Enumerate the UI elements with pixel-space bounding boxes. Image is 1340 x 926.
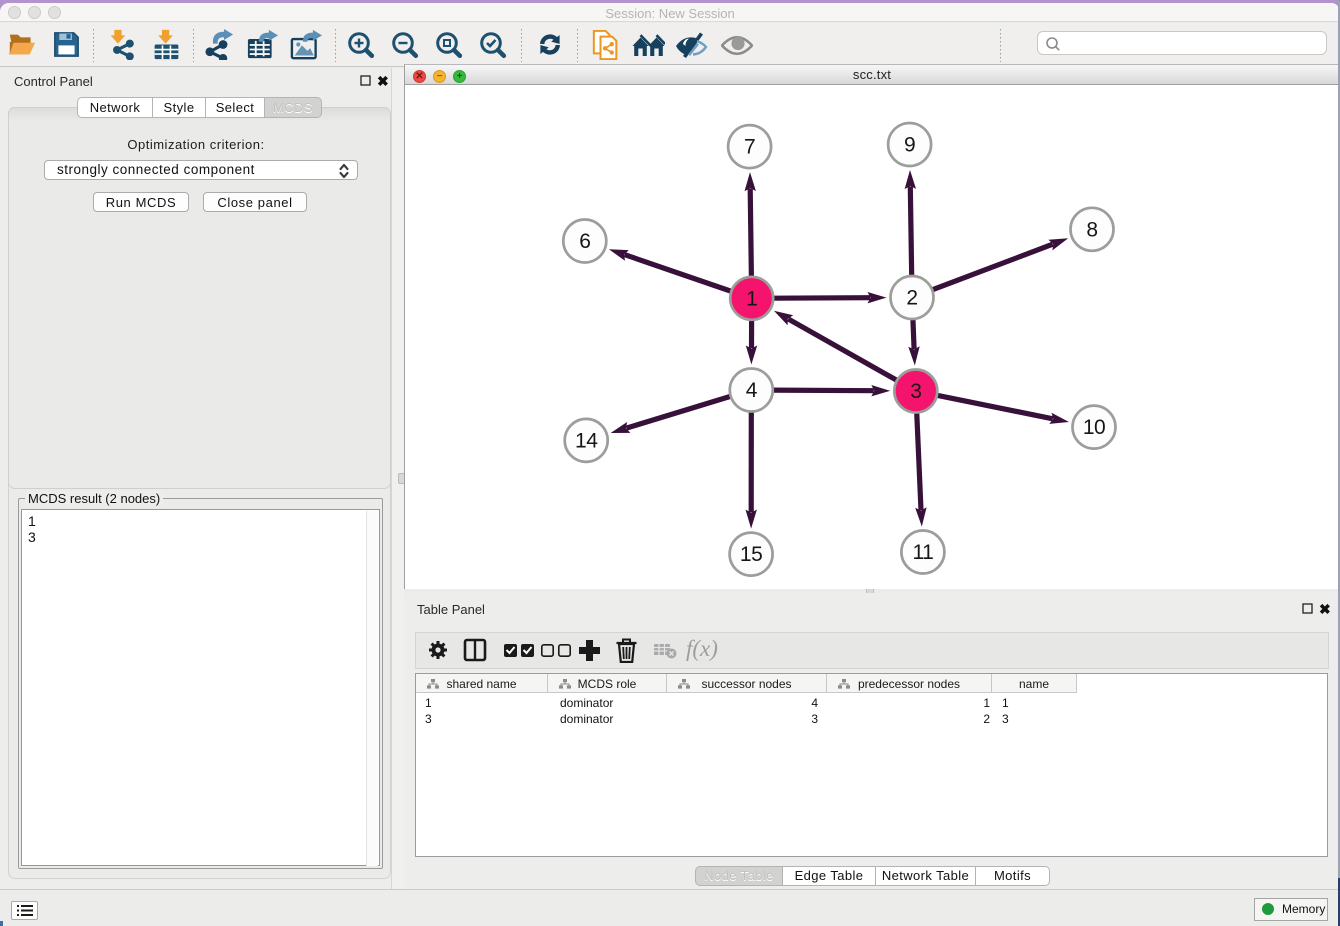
svg-text:14: 14 xyxy=(575,429,598,452)
svg-text:8: 8 xyxy=(1086,218,1097,241)
svg-text:11: 11 xyxy=(912,541,933,564)
svg-text:6: 6 xyxy=(579,230,590,253)
svg-text:10: 10 xyxy=(1083,416,1105,439)
svg-text:4: 4 xyxy=(746,379,758,402)
svg-text:2: 2 xyxy=(906,287,917,310)
svg-text:15: 15 xyxy=(740,543,762,566)
svg-text:7: 7 xyxy=(744,136,755,159)
svg-text:1: 1 xyxy=(746,287,757,310)
svg-text:3: 3 xyxy=(910,380,921,403)
svg-text:9: 9 xyxy=(904,134,915,157)
